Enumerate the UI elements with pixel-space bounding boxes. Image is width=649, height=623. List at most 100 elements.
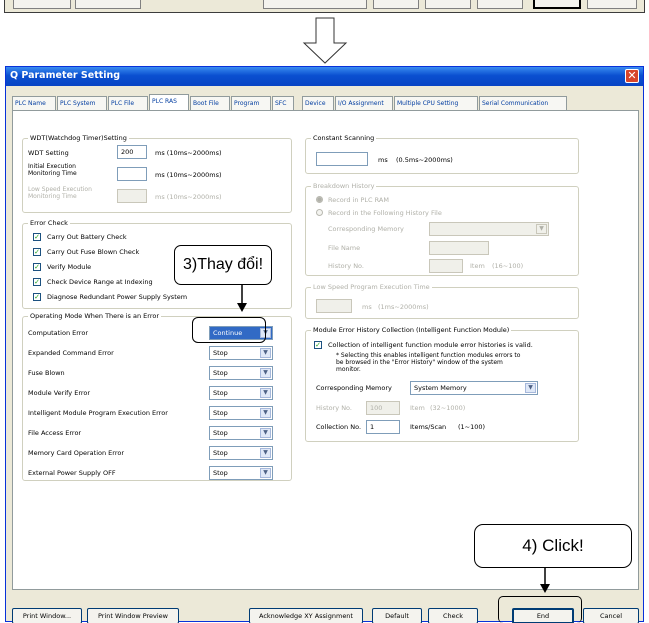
fuse-check-label: Carry Out Fuse Blown Check xyxy=(47,248,140,256)
tab-bar: PLC Name PLC System PLC File PLC RAS Boo… xyxy=(12,94,639,110)
down-arrow-icon xyxy=(302,17,348,64)
tab-plc-system[interactable]: PLC System xyxy=(57,96,107,110)
tab-boot-file[interactable]: Boot File xyxy=(190,96,230,110)
initial-monitoring-unit: ms (10ms~2000ms) xyxy=(155,171,222,179)
fuse-blown-select[interactable]: Stop ▼ xyxy=(209,366,273,380)
external-power-select[interactable]: Stop ▼ xyxy=(209,466,273,480)
battery-check-label: Carry Out Battery Check xyxy=(47,233,127,241)
previous-window-toolbar xyxy=(0,0,649,14)
expanded-command-select[interactable]: Stop ▼ xyxy=(209,346,273,360)
tab-program[interactable]: Program xyxy=(231,96,271,110)
chevron-down-icon[interactable]: ▼ xyxy=(260,408,271,418)
select-value: System Memory xyxy=(414,384,467,392)
click-arrow-icon xyxy=(540,568,550,593)
record-plc-ram-radio xyxy=(316,196,323,203)
chevron-down-icon[interactable]: ▼ xyxy=(260,368,271,378)
bh-memory-select: ▼ xyxy=(429,222,549,236)
wdt-input[interactable]: 200 xyxy=(117,145,147,159)
fuse-check-checkbox[interactable]: ✓ xyxy=(33,248,41,256)
low-speed-monitoring-unit: ms (10ms~2000ms) xyxy=(155,193,222,201)
select-value: Stop xyxy=(213,429,228,437)
close-icon[interactable]: ✕ xyxy=(625,69,639,83)
file-access-select[interactable]: Stop ▼ xyxy=(209,426,273,440)
title-bar[interactable]: Q Parameter Setting ✕ xyxy=(6,67,643,86)
verify-module-label: Verify Module xyxy=(47,263,92,271)
chevron-down-icon[interactable]: ▼ xyxy=(260,468,271,478)
battery-check-checkbox[interactable]: ✓ xyxy=(33,233,41,241)
op-row-label: Memory Card Operation Error xyxy=(28,449,125,457)
me-collection-label: Collection No. xyxy=(316,423,362,431)
tab-multiple-cpu-setting[interactable]: Multiple CPU Setting xyxy=(394,96,478,110)
initial-monitoring-label: Initial Execution Monitoring Time xyxy=(28,163,77,177)
continue-highlight-box xyxy=(192,317,266,343)
bh-history-range: (16~100) xyxy=(492,262,524,270)
record-history-file-label: Record in the Following History File xyxy=(328,209,442,217)
redundant-power-checkbox[interactable]: ✓ xyxy=(33,293,41,301)
tab-plc-file[interactable]: PLC File xyxy=(108,96,148,110)
tab-plc-name[interactable]: PLC Name xyxy=(12,96,56,110)
me-memory-label: Corresponding Memory xyxy=(316,384,392,392)
tab-sfc[interactable]: SFC xyxy=(272,96,294,110)
select-value: Stop xyxy=(213,449,228,457)
low-speed-program-group: Low Speed Program Execution Time ms (1ms… xyxy=(305,283,579,319)
wdt-setting-group: WDT(Watchdog Timer)Setting WDT Setting 2… xyxy=(22,134,292,213)
chevron-down-icon[interactable]: ▼ xyxy=(260,448,271,458)
print-window-button[interactable]: Print Window... xyxy=(12,608,82,623)
low-speed-program-unit: ms xyxy=(362,303,372,311)
bh-history-unit: Item xyxy=(470,262,485,270)
me-history-no-label: History No. xyxy=(316,404,352,412)
op-row-label: Expanded Command Error xyxy=(28,349,114,357)
memory-card-select[interactable]: Stop ▼ xyxy=(209,446,273,460)
chevron-down-icon[interactable]: ▼ xyxy=(525,383,536,393)
select-value: Stop xyxy=(213,469,228,477)
tab-device[interactable]: Device xyxy=(302,96,334,110)
module-error-collection-checkbox[interactable]: ✓ xyxy=(314,341,322,349)
default-button[interactable]: Default xyxy=(372,608,422,623)
wdt-label: WDT Setting xyxy=(28,149,69,157)
module-error-note-1: * Selecting this enables intelligent fun… xyxy=(336,352,521,359)
module-verify-select[interactable]: Stop ▼ xyxy=(209,386,273,400)
me-history-range: (32~1000) xyxy=(430,404,466,412)
low-speed-program-input xyxy=(316,299,352,313)
cancel-button[interactable]: Cancel xyxy=(583,608,639,623)
device-range-checkbox[interactable]: ✓ xyxy=(33,278,41,286)
acknowledge-xy-button[interactable]: Acknowledge XY Assignment xyxy=(249,608,363,623)
module-error-collection-label: Collection of intelligent function modul… xyxy=(328,341,533,349)
initial-monitoring-input[interactable] xyxy=(117,167,147,181)
me-collection-unit: Items/Scan xyxy=(410,423,447,431)
tab-plc-ras[interactable]: PLC RAS xyxy=(149,94,189,110)
op-row-label: File Access Error xyxy=(28,429,82,437)
chevron-down-icon[interactable]: ▼ xyxy=(260,388,271,398)
toolbar-button xyxy=(13,0,71,9)
toolbar-button xyxy=(533,0,581,9)
device-range-label: Check Device Range at Indexing xyxy=(47,278,153,286)
breakdown-history-group: Breakdown History Record in PLC RAM Reco… xyxy=(305,182,579,276)
chevron-down-icon[interactable]: ▼ xyxy=(260,348,271,358)
me-memory-select[interactable]: System Memory ▼ xyxy=(410,381,538,395)
breakdown-history-legend: Breakdown History xyxy=(311,182,377,190)
redundant-power-label: Diagnose Redundant Power Supply System xyxy=(47,293,188,301)
wdt-legend: WDT(Watchdog Timer)Setting xyxy=(28,134,129,142)
me-collection-input[interactable]: 1 xyxy=(366,420,400,434)
tab-io-assignment[interactable]: I/O Assignment xyxy=(335,96,393,110)
toolbar-button xyxy=(263,0,367,9)
check-button[interactable]: Check xyxy=(428,608,478,623)
error-check-legend: Error Check xyxy=(28,219,70,227)
print-window-preview-button[interactable]: Print Window Preview xyxy=(87,608,179,623)
bh-history-no-label: History No. xyxy=(328,262,364,270)
op-row-label: Intelligent Module Program Execution Err… xyxy=(28,409,168,417)
change-callout: 3)Thay đổi! xyxy=(174,245,272,285)
verify-module-checkbox[interactable]: ✓ xyxy=(33,263,41,271)
record-plc-ram-label: Record in PLC RAM xyxy=(328,196,389,204)
wdt-unit: ms (10ms~2000ms) xyxy=(155,149,222,157)
bh-file-name-input xyxy=(429,241,489,255)
me-history-no-input: 100 xyxy=(366,401,400,415)
op-row-label: Computation Error xyxy=(28,329,88,337)
module-error-note-3: monitor. xyxy=(336,366,361,373)
select-value: Stop xyxy=(213,389,228,397)
intelligent-module-select[interactable]: Stop ▼ xyxy=(209,406,273,420)
constant-scanning-input[interactable] xyxy=(316,152,368,166)
tab-serial-communication[interactable]: Serial Communication xyxy=(479,96,567,110)
chevron-down-icon[interactable]: ▼ xyxy=(260,428,271,438)
module-error-history-group: Module Error History Collection (Intelli… xyxy=(305,326,579,442)
